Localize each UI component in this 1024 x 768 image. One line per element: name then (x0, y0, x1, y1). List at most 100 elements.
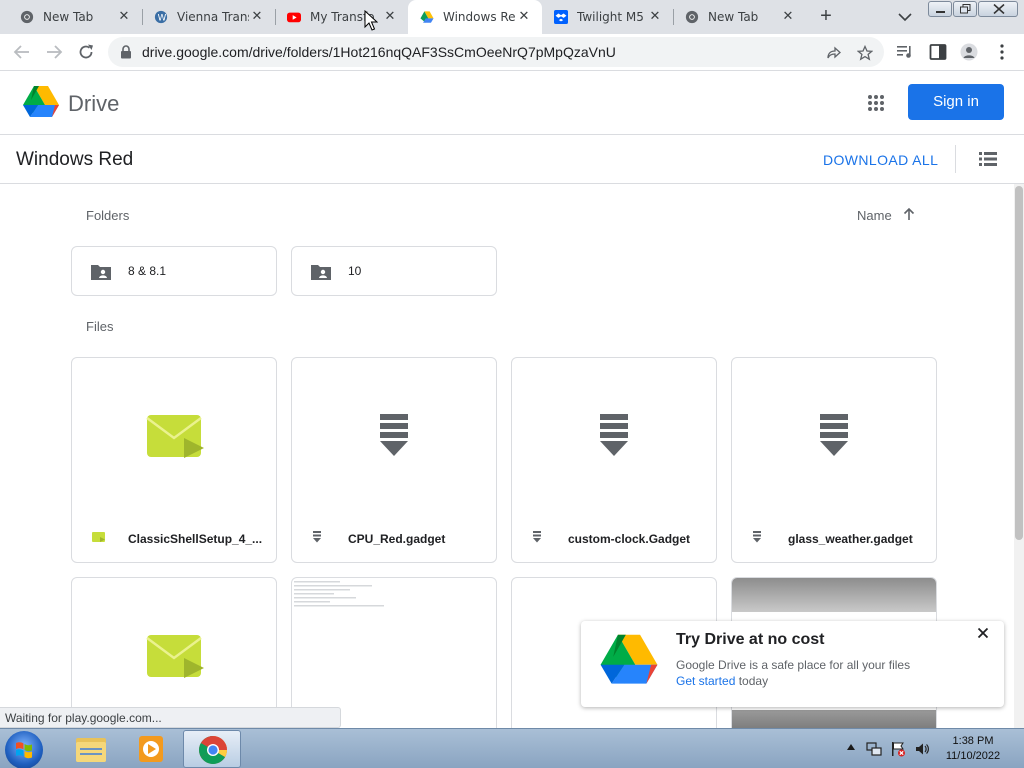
download-all-button[interactable]: DOWNLOAD ALL (823, 152, 938, 168)
tab-title: Vienna Trans (177, 10, 249, 24)
show-hidden-icons-icon[interactable] (846, 743, 856, 751)
file-card[interactable]: glass_weather.gadget (731, 357, 937, 563)
taskbar-media-player[interactable] (122, 730, 180, 768)
reload-icon[interactable] (76, 42, 96, 62)
drive-app-name[interactable]: Drive (68, 91, 119, 117)
folder-name: 8 & 8.1 (128, 264, 167, 278)
sort-by-name-button[interactable]: Name (857, 208, 892, 223)
taskbar-chrome[interactable] (183, 730, 241, 768)
google-drive-logo (600, 634, 658, 684)
page-title: Windows Red (16, 149, 134, 170)
forward-arrow-icon[interactable] (44, 42, 64, 62)
tab-twilight[interactable]: Twilight M5 ✕ (542, 0, 674, 34)
tab-vienna[interactable]: W Vienna Trans ✕ (142, 0, 276, 34)
file-card[interactable] (291, 577, 497, 728)
chrome-icon (20, 10, 34, 24)
promo-cta-suffix: today (735, 674, 769, 688)
taskbar-clock[interactable]: 1:38 PM 11/10/2022 (928, 734, 1018, 764)
wordpress-icon: W (154, 10, 168, 24)
dropbox-icon (554, 10, 568, 24)
restore-button[interactable] (953, 1, 977, 17)
address-bar[interactable]: drive.google.com/drive/folders/1Hot216nq… (108, 37, 884, 67)
profile-avatar-icon[interactable] (960, 43, 978, 61)
tab-new-tab-1[interactable]: New Tab ✕ (8, 0, 143, 34)
files-section-label: Files (86, 319, 114, 334)
folder-icon (76, 738, 106, 762)
network-icon[interactable] (866, 741, 882, 757)
file-name: custom-clock.Gadget (568, 532, 691, 546)
document-thumbnail (294, 581, 384, 607)
file-card[interactable]: custom-clock.Gadget (511, 357, 717, 563)
sign-in-button[interactable]: Sign in (908, 84, 1004, 120)
promo-title: Try Drive at no cost (676, 631, 825, 648)
close-icon[interactable]: ✕ (780, 8, 796, 24)
tab-title: New Tab (708, 10, 759, 24)
taskbar-explorer[interactable] (62, 730, 120, 768)
close-icon[interactable]: ✕ (249, 8, 265, 24)
minimize-icon (936, 11, 945, 13)
vertical-scrollbar[interactable] (1014, 184, 1024, 728)
windows-start-button[interactable] (5, 731, 43, 768)
minimize-button[interactable] (928, 1, 952, 17)
get-started-link[interactable]: Get started (676, 674, 735, 688)
generic-file-icon (820, 414, 848, 456)
url-text: drive.google.com/drive/folders/1Hot216nq… (142, 44, 616, 60)
arrow-up-icon[interactable] (902, 206, 916, 222)
generic-file-small-icon (533, 531, 541, 543)
chrome-icon (199, 736, 227, 764)
exe-file-icon (146, 635, 204, 678)
tab-title: Twilight M5 (577, 10, 644, 24)
list-view-icon[interactable] (979, 151, 997, 167)
google-drive-logo[interactable] (22, 85, 60, 119)
file-card[interactable] (71, 577, 277, 728)
chrome-icon (685, 10, 699, 24)
close-icon[interactable]: ✕ (382, 8, 398, 24)
close-icon[interactable]: ✕ (647, 8, 663, 24)
new-tab-button[interactable]: + (815, 6, 837, 28)
file-name: glass_weather.gadget (788, 532, 913, 546)
tab-new-tab-2[interactable]: New Tab ✕ (673, 0, 806, 34)
exe-file-icon (146, 415, 204, 458)
google-drive-icon (420, 11, 434, 23)
close-icon[interactable]: ✕ (116, 8, 132, 24)
file-card[interactable]: ClassicShellSetup_4_... (71, 357, 277, 563)
image-thumbnail (732, 710, 936, 728)
action-center-flag-icon[interactable] (890, 741, 906, 757)
tab-title: Windows Re (443, 10, 515, 24)
svg-text:W: W (158, 14, 167, 24)
try-drive-promo: Try Drive at no cost Google Drive is a s… (581, 621, 1004, 707)
youtube-icon (287, 12, 301, 23)
bookmark-star-icon[interactable] (857, 45, 873, 61)
google-apps-icon[interactable] (867, 94, 885, 112)
close-icon[interactable]: ✕ (516, 8, 532, 24)
file-name: ClassicShellSetup_4_... (128, 532, 263, 546)
tab-youtube[interactable]: My Transfo ✕ (275, 0, 408, 34)
kebab-menu-icon[interactable] (995, 43, 1009, 61)
lock-icon[interactable] (120, 45, 132, 59)
close-window-button[interactable] (978, 1, 1018, 17)
close-icon[interactable] (975, 625, 991, 641)
share-icon[interactable] (826, 45, 842, 61)
tab-title: New Tab (43, 10, 94, 24)
generic-file-small-icon (313, 531, 321, 543)
divider (955, 145, 956, 173)
windows-taskbar: 1:38 PM 11/10/2022 (0, 728, 1024, 768)
browser-tab-strip: New Tab ✕ W Vienna Trans ✕ My Transfo ✕ … (0, 0, 1024, 34)
media-control-icon[interactable] (896, 43, 914, 61)
generic-file-icon (600, 414, 628, 456)
windows-logo-icon (16, 742, 32, 759)
side-panel-icon[interactable] (929, 43, 947, 61)
back-arrow-icon[interactable] (12, 42, 32, 62)
media-player-icon (139, 736, 163, 762)
shared-folder-icon (91, 265, 111, 280)
file-card[interactable]: CPU_Red.gadget (291, 357, 497, 563)
file-name: CPU_Red.gadget (348, 532, 446, 546)
folder-name: 10 (348, 264, 362, 278)
folder-card[interactable]: 10 (291, 246, 497, 296)
scrollbar-thumb[interactable] (1015, 186, 1023, 540)
clock-time: 1:38 PM (952, 735, 994, 747)
clock-date: 11/10/2022 (945, 750, 1001, 762)
chevron-down-icon[interactable] (896, 9, 914, 25)
tab-windows-red[interactable]: Windows Re ✕ (408, 0, 542, 34)
folder-card[interactable]: 8 & 8.1 (71, 246, 277, 296)
